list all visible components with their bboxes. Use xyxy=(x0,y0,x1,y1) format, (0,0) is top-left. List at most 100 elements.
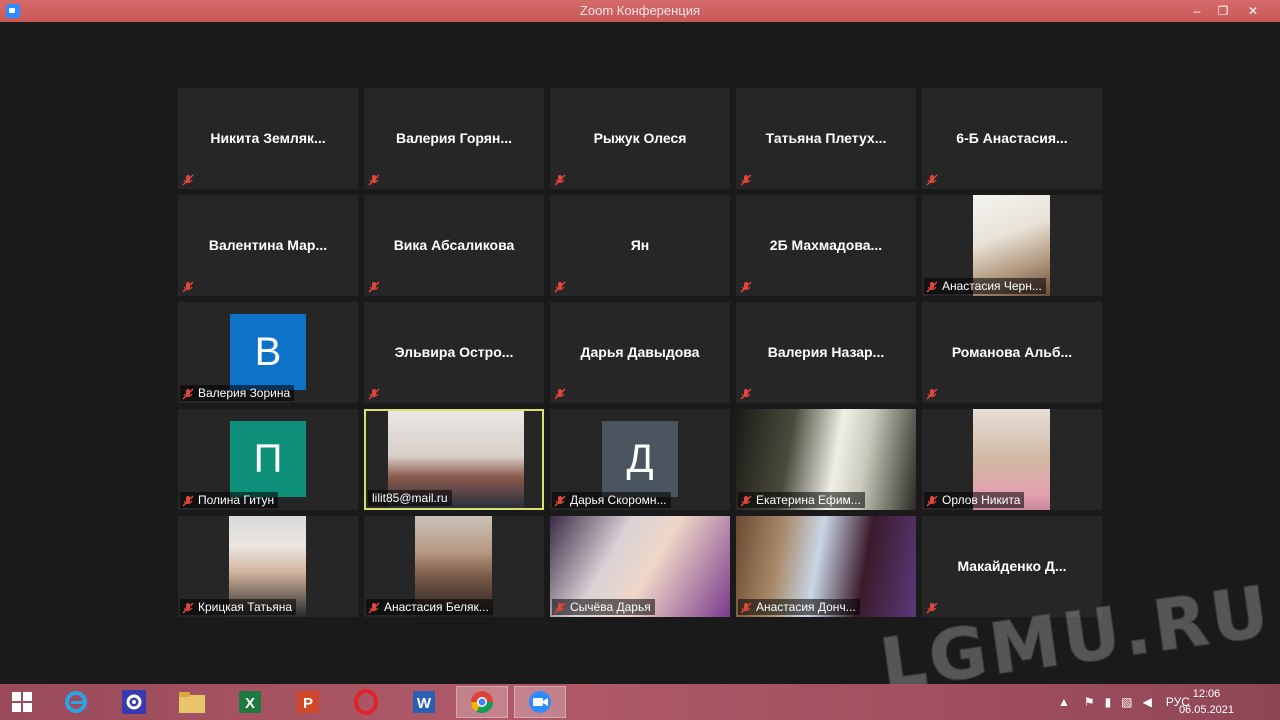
microphone-muted-icon xyxy=(182,387,194,400)
microphone-muted-icon xyxy=(182,601,194,614)
battery-icon[interactable]: ▮ xyxy=(1105,695,1112,709)
microphone-muted-icon xyxy=(740,280,752,293)
zoom-icon xyxy=(529,691,551,713)
participant-name-label: Анастасия Донч... xyxy=(738,599,860,615)
close-button[interactable]: ✕ xyxy=(1238,0,1268,22)
participant-name-label: Екатерина Ефим... xyxy=(738,492,865,508)
svg-text:X: X xyxy=(245,695,255,712)
microphone-muted-icon xyxy=(740,173,752,186)
taskbar-zoom[interactable] xyxy=(514,686,566,718)
participant-tile[interactable]: Ян xyxy=(550,195,730,296)
participant-name: Татьяна Плетух... xyxy=(765,130,887,146)
participant-tile[interactable]: В Валерия Зорина xyxy=(178,302,358,403)
participant-tile[interactable]: Крицкая Татьяна xyxy=(178,516,358,617)
taskbar-word[interactable]: W xyxy=(398,686,450,718)
microphone-muted-icon xyxy=(554,280,566,293)
participant-name-label: Полина Гитун xyxy=(180,492,279,508)
clock-time: 12:06 xyxy=(1192,688,1221,700)
participant-name: Валерия Назар... xyxy=(767,344,885,360)
microphone-muted-icon xyxy=(368,387,380,400)
microphone-muted-icon xyxy=(740,601,752,614)
participant-name: Эльвира Остро... xyxy=(394,344,514,360)
participant-tile[interactable]: Екатерина Ефим... xyxy=(736,409,916,510)
participant-name: Рыжук Олеся xyxy=(593,130,687,146)
microphone-muted-icon xyxy=(926,173,938,186)
participant-tile[interactable]: П Полина Гитун xyxy=(178,409,358,510)
participant-tile[interactable]: lilit85@mail.ru xyxy=(364,409,544,510)
taskbar-chrome[interactable] xyxy=(456,686,508,718)
participant-tile[interactable]: Анастасия Беляк... xyxy=(364,516,544,617)
taskbar-ie[interactable] xyxy=(50,686,102,718)
participant-tile[interactable]: Анастасия Черн... xyxy=(922,195,1102,296)
clock[interactable]: 12:06 06.05.2021 xyxy=(1179,686,1234,718)
microphone-muted-icon xyxy=(926,280,938,293)
network-icon[interactable]: ▧ xyxy=(1121,695,1132,709)
taskbar-powerpoint[interactable]: P xyxy=(282,686,334,718)
participant-tile[interactable]: Анастасия Донч... xyxy=(736,516,916,617)
participant-name-label: Сычёва Дарья xyxy=(552,599,655,615)
participant-name: Макайденко Д... xyxy=(957,558,1067,574)
taskbar-settings[interactable] xyxy=(108,686,160,718)
participant-tile[interactable]: Дарья Давыдова xyxy=(550,302,730,403)
participant-tile[interactable]: 2Б Махмадова... xyxy=(736,195,916,296)
participant-name-label: Анастасия Черн... xyxy=(924,278,1046,294)
taskbar-opera[interactable] xyxy=(340,686,392,718)
participant-tile[interactable]: Орлов Никита xyxy=(922,409,1102,510)
microphone-muted-icon xyxy=(368,173,380,186)
folder-icon xyxy=(179,692,205,713)
window-title: Zoom Конференция xyxy=(579,3,701,18)
participant-tile[interactable]: Валерия Назар... xyxy=(736,302,916,403)
microphone-muted-icon xyxy=(554,387,566,400)
title-bar: Zoom Конференция – ❐ ✕ xyxy=(0,0,1280,22)
powerpoint-icon: P xyxy=(297,691,319,713)
participant-name: Валентина Мар... xyxy=(208,237,328,253)
participant-tile[interactable]: Валентина Мар... xyxy=(178,195,358,296)
opera-icon xyxy=(354,689,378,715)
participant-name: Валерия Горян... xyxy=(395,130,513,146)
participant-tile[interactable]: Никита Земляк... xyxy=(178,88,358,189)
taskbar-excel[interactable]: X xyxy=(224,686,276,718)
participant-tile[interactable]: Романова Альб... xyxy=(922,302,1102,403)
chrome-icon xyxy=(471,691,493,713)
participant-tile[interactable]: Д Дарья Скоромн... xyxy=(550,409,730,510)
svg-text:P: P xyxy=(303,695,313,712)
excel-icon: X xyxy=(239,691,261,713)
participant-name: Вика Абсаликова xyxy=(393,237,515,253)
participant-tile[interactable]: Татьяна Плетух... xyxy=(736,88,916,189)
tray-icons[interactable]: ▲ ⚑ ▮ ▧ ◀ РУС xyxy=(1058,684,1190,720)
microphone-muted-icon xyxy=(368,280,380,293)
participant-avatar: П xyxy=(230,421,306,497)
gear-icon xyxy=(122,690,146,714)
windows-taskbar: X P W ▲ ⚑ ▮ ▧ ◀ РУС 12:06 06.05.2021 xyxy=(0,684,1280,720)
svg-text:W: W xyxy=(417,695,432,712)
participant-name-label: lilit85@mail.ru xyxy=(368,490,452,506)
participant-tile[interactable]: Рыжук Олеся xyxy=(550,88,730,189)
word-icon: W xyxy=(413,691,435,713)
clock-date: 06.05.2021 xyxy=(1178,704,1234,716)
participant-name: Дарья Давыдова xyxy=(580,344,700,360)
participant-tile[interactable]: Валерия Горян... xyxy=(364,88,544,189)
microphone-muted-icon xyxy=(926,494,938,507)
participant-name-label: Крицкая Татьяна xyxy=(180,599,297,615)
microphone-muted-icon xyxy=(182,173,194,186)
taskbar-explorer[interactable] xyxy=(166,686,218,718)
participant-tile[interactable]: Вика Абсаликова xyxy=(364,195,544,296)
microphone-muted-icon xyxy=(554,173,566,186)
participant-name: Ян xyxy=(630,237,650,253)
participant-name: 6-Б Анастасия... xyxy=(956,130,1068,146)
video-gallery: Никита Земляк... Валерия Горян... Рыжук Ол… xyxy=(0,22,1280,684)
start-button[interactable] xyxy=(0,686,44,718)
maximize-button[interactable]: ❐ xyxy=(1208,0,1238,22)
participant-tile[interactable]: 6-Б Анастасия... xyxy=(922,88,1102,189)
participant-name: 2Б Махмадова... xyxy=(769,237,883,253)
volume-icon[interactable]: ◀ xyxy=(1143,695,1152,709)
chevron-up-icon[interactable]: ▲ xyxy=(1058,695,1070,709)
participant-name-label: Дарья Скоромн... xyxy=(552,492,671,508)
participant-tile[interactable]: Эльвира Остро... xyxy=(364,302,544,403)
participant-name: Никита Земляк... xyxy=(210,130,326,146)
flag-icon[interactable]: ⚑ xyxy=(1084,695,1095,709)
participant-tile[interactable]: Сычёва Дарья xyxy=(550,516,730,617)
participant-avatar: В xyxy=(230,314,306,390)
participant-name-label: Анастасия Беляк... xyxy=(366,599,493,615)
participant-name-label: Валерия Зорина xyxy=(180,385,295,401)
